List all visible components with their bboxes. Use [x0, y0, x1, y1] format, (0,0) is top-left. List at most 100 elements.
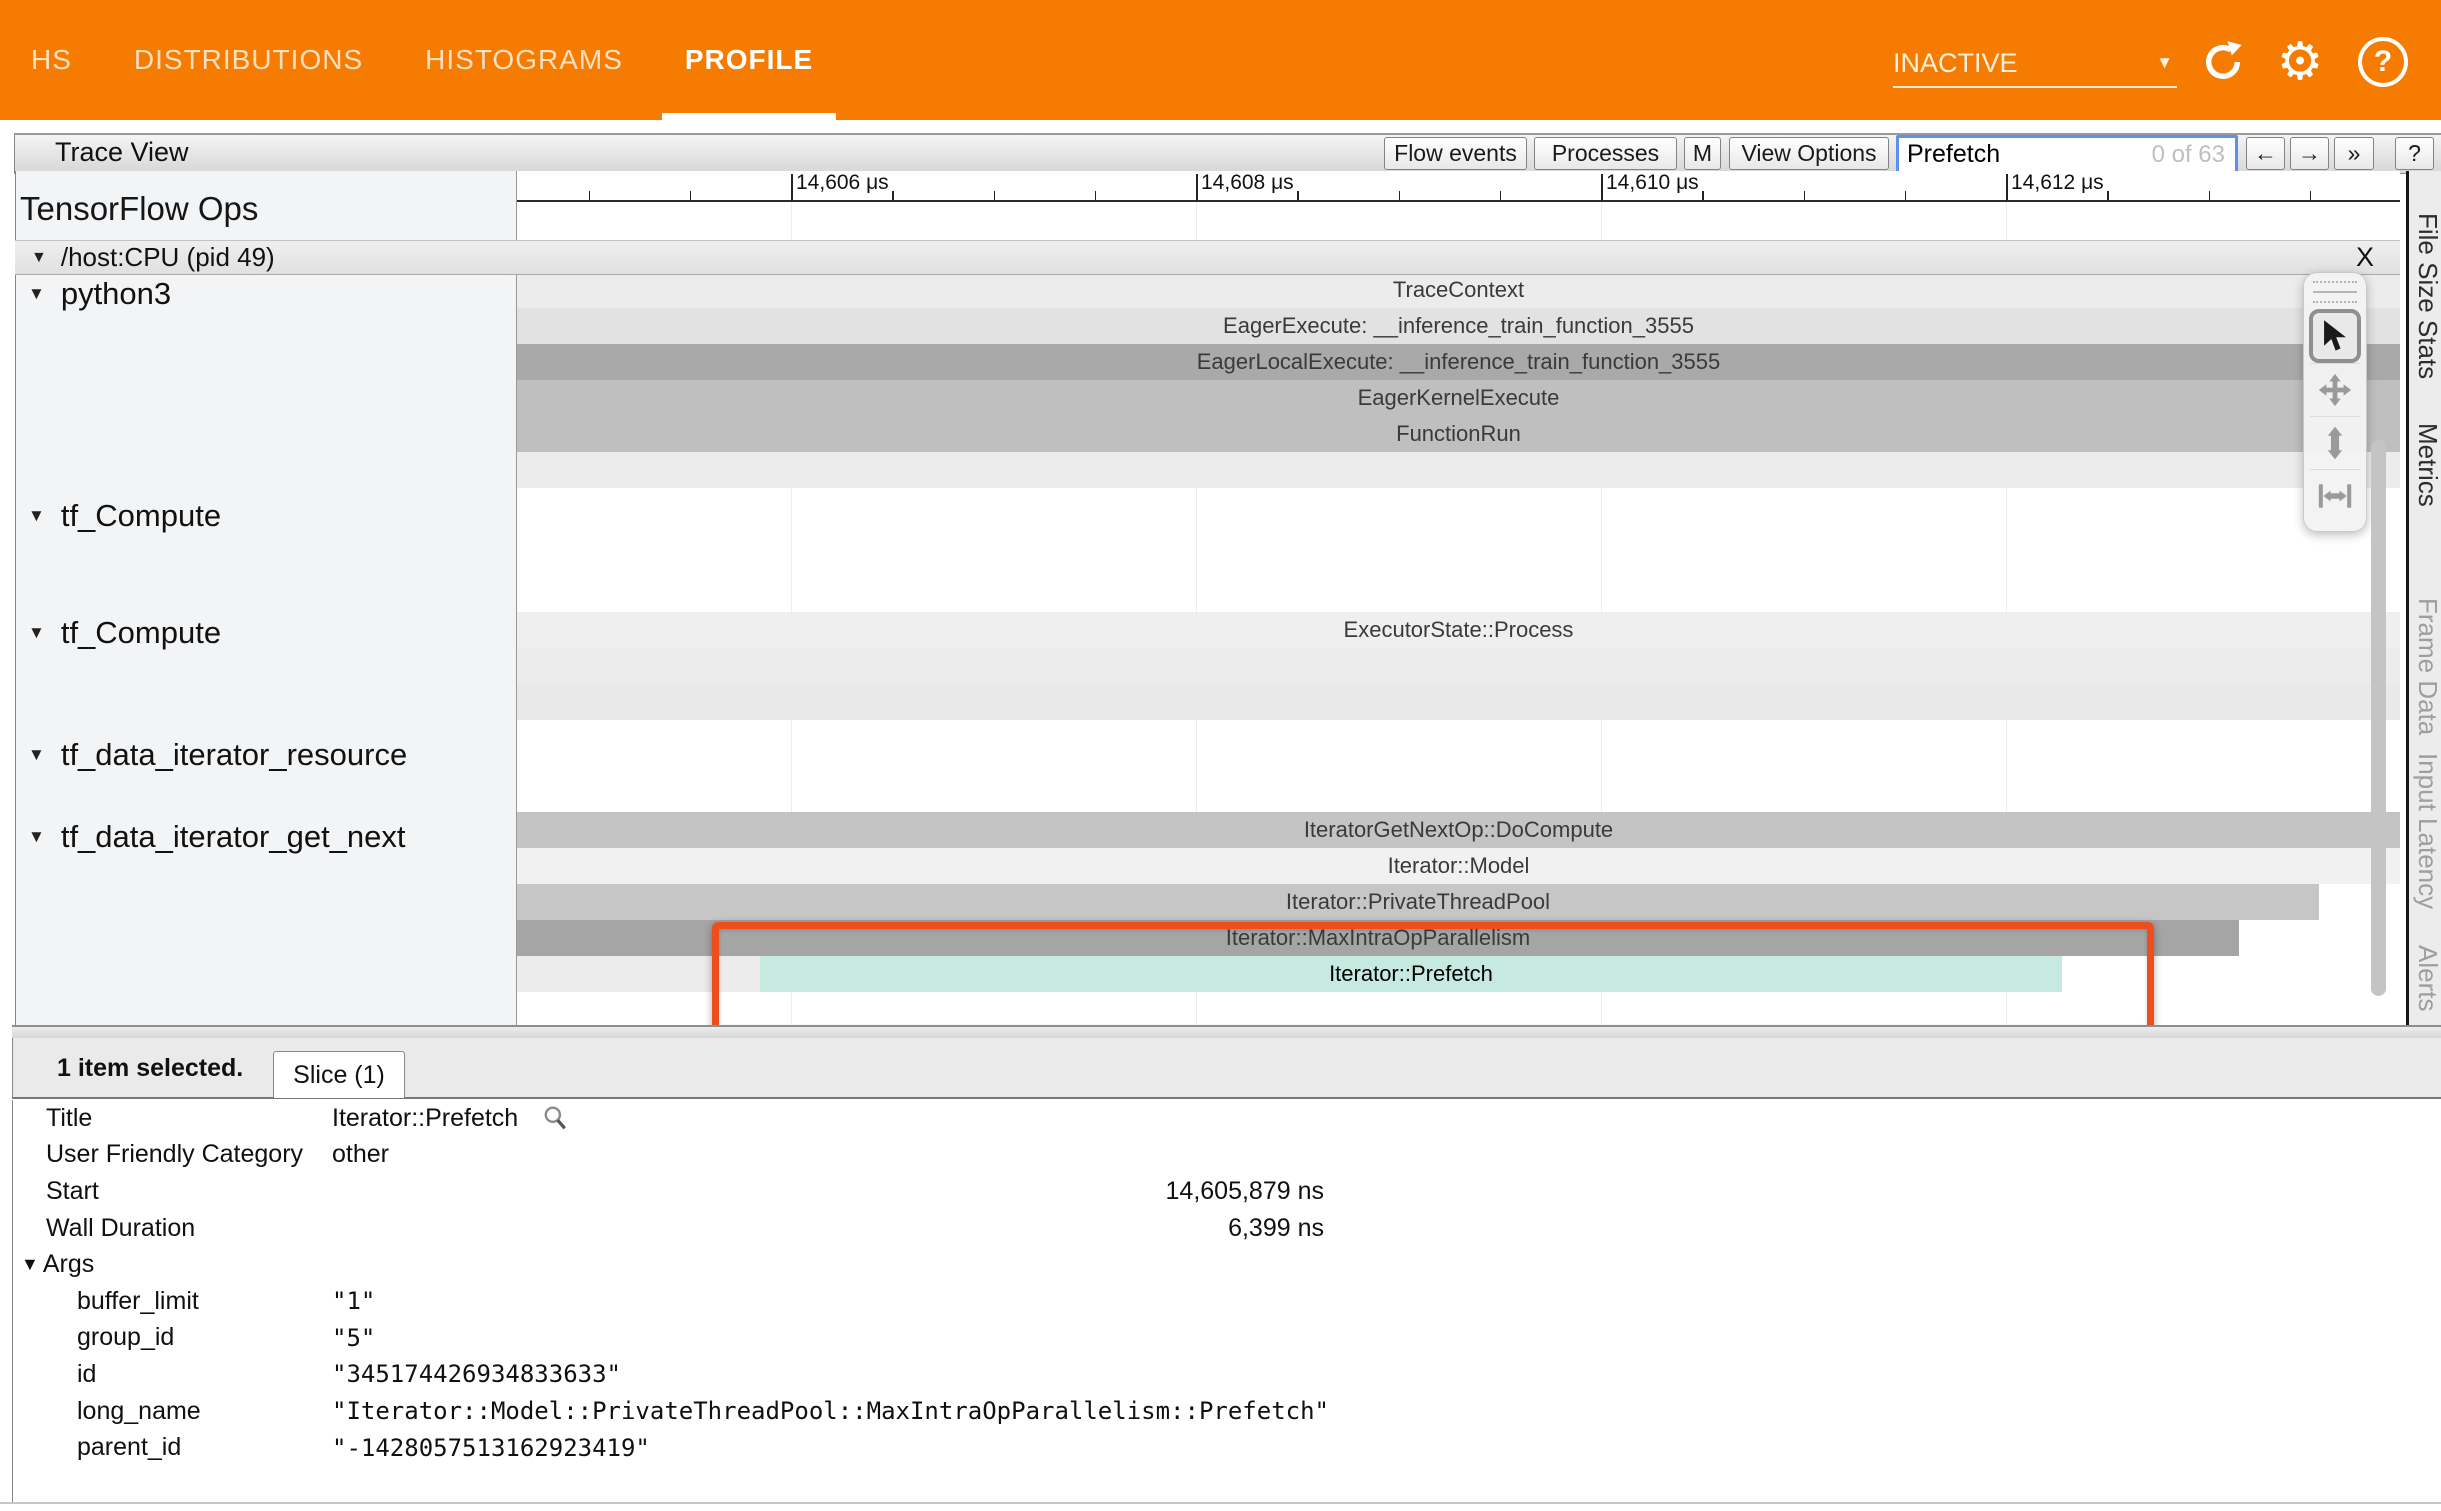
tab-profile[interactable]: PROFILE: [654, 0, 844, 120]
ruler-minor-tick: [2209, 191, 2211, 200]
selection-highlight-box: [712, 922, 2154, 1033]
processes-button[interactable]: Processes: [1534, 137, 1677, 170]
arg-row-id: id"345174426934833633": [13, 1356, 2441, 1393]
detail-row-start: Start14,605,879 ns: [13, 1173, 2441, 1210]
trace-event-iterator[interactable]: Iterator::Model: [517, 848, 2400, 884]
palette-drag-handle[interactable]: [2313, 281, 2357, 303]
ruler-tick-label: 14,612 μs: [2011, 171, 2104, 195]
detail-value: 14,605,879 ns: [13, 1177, 1324, 1206]
tool-palette: [2303, 272, 2367, 532]
help-button[interactable]: ?: [2357, 36, 2409, 88]
process-header-row[interactable]: ▼ /host:CPU (pid 49) X: [15, 240, 2400, 275]
arg-name: long_name: [77, 1397, 201, 1426]
tab-histograms[interactable]: HISTOGRAMS: [394, 0, 654, 120]
side-tab-frame-data[interactable]: Frame Data: [2412, 598, 2441, 735]
cursor-arrow-icon: [2320, 319, 2350, 353]
help-icon: ?: [2358, 37, 2408, 87]
tab-slice[interactable]: Slice (1): [273, 1051, 405, 1098]
zoom-tool-button[interactable]: [2310, 416, 2360, 469]
ruler-major-tick: [1601, 174, 1603, 200]
trace-event-tracecontext[interactable]: TraceContext: [517, 272, 2400, 308]
track-group-label: tf_Compute: [61, 498, 221, 534]
collapse-triangle-icon: ▼: [28, 623, 45, 643]
run-selector[interactable]: INACTIVE ▼: [1893, 40, 2177, 88]
search-match-counter: 0 of 63: [2152, 141, 2235, 169]
bottom-border: [0, 1502, 2441, 1504]
search-value: Prefetch: [1899, 140, 2152, 169]
chevron-down-icon: ▼: [2156, 53, 2177, 73]
trace-event-eagerlocalexecute[interactable]: EagerLocalExecute: __inference_train_fun…: [517, 344, 2400, 380]
timing-tool-button[interactable]: [2310, 469, 2360, 522]
ruler-minor-tick: [994, 191, 996, 200]
side-tab-metrics[interactable]: Metrics: [2412, 423, 2441, 507]
m-button[interactable]: M: [1684, 137, 1721, 170]
track-group-tf_data_iterator_resource[interactable]: ▼tf_data_iterator_resource: [28, 737, 407, 773]
arg-value: "Iterator::Model::PrivateThreadPool::Max…: [332, 1397, 1329, 1425]
ruler-minor-tick: [2310, 191, 2312, 200]
settings-button[interactable]: ⚙: [2274, 36, 2326, 88]
arg-value: "345174426934833633": [332, 1360, 621, 1388]
ruler-tick-label: 14,608 μs: [1201, 171, 1294, 195]
arg-row-buffer_limit: buffer_limit"1": [13, 1283, 2441, 1320]
magnifier-icon[interactable]: [542, 1105, 568, 1131]
refresh-button[interactable]: [2197, 36, 2249, 88]
ruler-tick-label: 14,610 μs: [1606, 171, 1699, 195]
trace-event-iteratorgetnextop[interactable]: IteratorGetNextOp::DoCompute: [517, 812, 2400, 848]
arg-row-long_name: long_name "Iterator::Model::PrivateThread…: [13, 1393, 2441, 1430]
side-tab-file-size-stats[interactable]: File Size Stats: [2412, 213, 2441, 379]
trace-row-background: [517, 648, 2400, 684]
vertical-scrollbar[interactable]: [2371, 440, 2386, 996]
tensorflow-ops-label: TensorFlow Ops: [20, 190, 258, 228]
args-label: Args: [43, 1250, 94, 1279]
gear-icon: ⚙: [2277, 36, 2324, 88]
tab-distributions[interactable]: DISTRIBUTIONS: [103, 0, 394, 120]
track-group-tf_data_iterator_get_next[interactable]: ▼tf_data_iterator_get_next: [28, 819, 406, 855]
track-group-label: tf_Compute: [61, 615, 221, 651]
app-header: HSDISTRIBUTIONSHISTOGRAMSPROFILE INACTIV…: [0, 0, 2441, 120]
arg-value: "-1428057513162923419": [332, 1434, 650, 1462]
trace-row-background: [517, 452, 2400, 488]
ruler-minor-tick: [2107, 191, 2109, 200]
flow-events-button[interactable]: Flow events: [1384, 137, 1527, 170]
view-options-button[interactable]: View Options: [1729, 137, 1889, 170]
detail-row-title: TitleIterator::Prefetch: [13, 1100, 2441, 1137]
process-close-button[interactable]: X: [2345, 243, 2385, 272]
process-header-label: /host:CPU (pid 49): [61, 242, 275, 273]
ruler-minor-tick: [1500, 191, 1502, 200]
next-match-button[interactable]: →: [2290, 137, 2329, 170]
track-group-python3[interactable]: ▼python3: [28, 276, 171, 312]
side-tab-input-latency[interactable]: Input Latency: [2412, 753, 2441, 909]
trace-event-eagerkernelexecute[interactable]: EagerKernelExecute: [517, 380, 2400, 416]
detail-row-user-friendly-category: User Friendly Category other: [13, 1137, 2441, 1174]
ruler-minor-tick: [1905, 191, 1907, 200]
ruler-minor-tick: [892, 191, 894, 200]
trace-event-functionrun[interactable]: FunctionRun: [517, 416, 2400, 452]
pan-icon: [2316, 371, 2354, 409]
more-button[interactable]: »: [2334, 137, 2374, 170]
arg-name: group_id: [77, 1323, 174, 1352]
prev-match-button[interactable]: ←: [2246, 137, 2285, 170]
detail-label: User Friendly Category: [46, 1140, 303, 1169]
arg-name: buffer_limit: [77, 1287, 199, 1316]
pan-tool-button[interactable]: [2310, 363, 2360, 416]
track-group-tf_Compute[interactable]: ▼ tf_Compute: [28, 615, 221, 651]
detail-row-args[interactable]: ▼Args: [13, 1246, 2441, 1283]
collapse-triangle-icon: ▼: [28, 745, 45, 765]
run-selector-value: INACTIVE: [1893, 48, 2018, 79]
track-group-tf_Compute[interactable]: ▼tf_Compute: [28, 498, 221, 534]
selection-count-label: 1 item selected.: [57, 1054, 243, 1083]
detail-value: other: [332, 1140, 389, 1169]
select-tool-button[interactable]: [2309, 309, 2361, 363]
ruler-tick-label: 14,606 μs: [796, 171, 889, 195]
trace-event-iterator[interactable]: Iterator::PrivateThreadPool: [517, 884, 2319, 920]
shortcut-help-button[interactable]: ?: [2395, 137, 2434, 170]
tab-hs[interactable]: HS: [0, 0, 103, 120]
trace-event-executorstate[interactable]: ExecutorState::Process: [517, 612, 2400, 648]
trace-event-eagerexecute[interactable]: EagerExecute: __inference_train_function…: [517, 308, 2400, 344]
search-input[interactable]: Prefetch 0 of 63: [1896, 135, 2238, 174]
collapse-triangle-icon: ▼: [28, 284, 45, 304]
ruler-minor-tick: [1702, 191, 1704, 200]
arg-row-parent_id: parent_id"-1428057513162923419": [13, 1429, 2441, 1466]
side-tab-alerts[interactable]: Alerts: [2412, 945, 2441, 1011]
ruler-minor-tick: [1095, 191, 1097, 200]
